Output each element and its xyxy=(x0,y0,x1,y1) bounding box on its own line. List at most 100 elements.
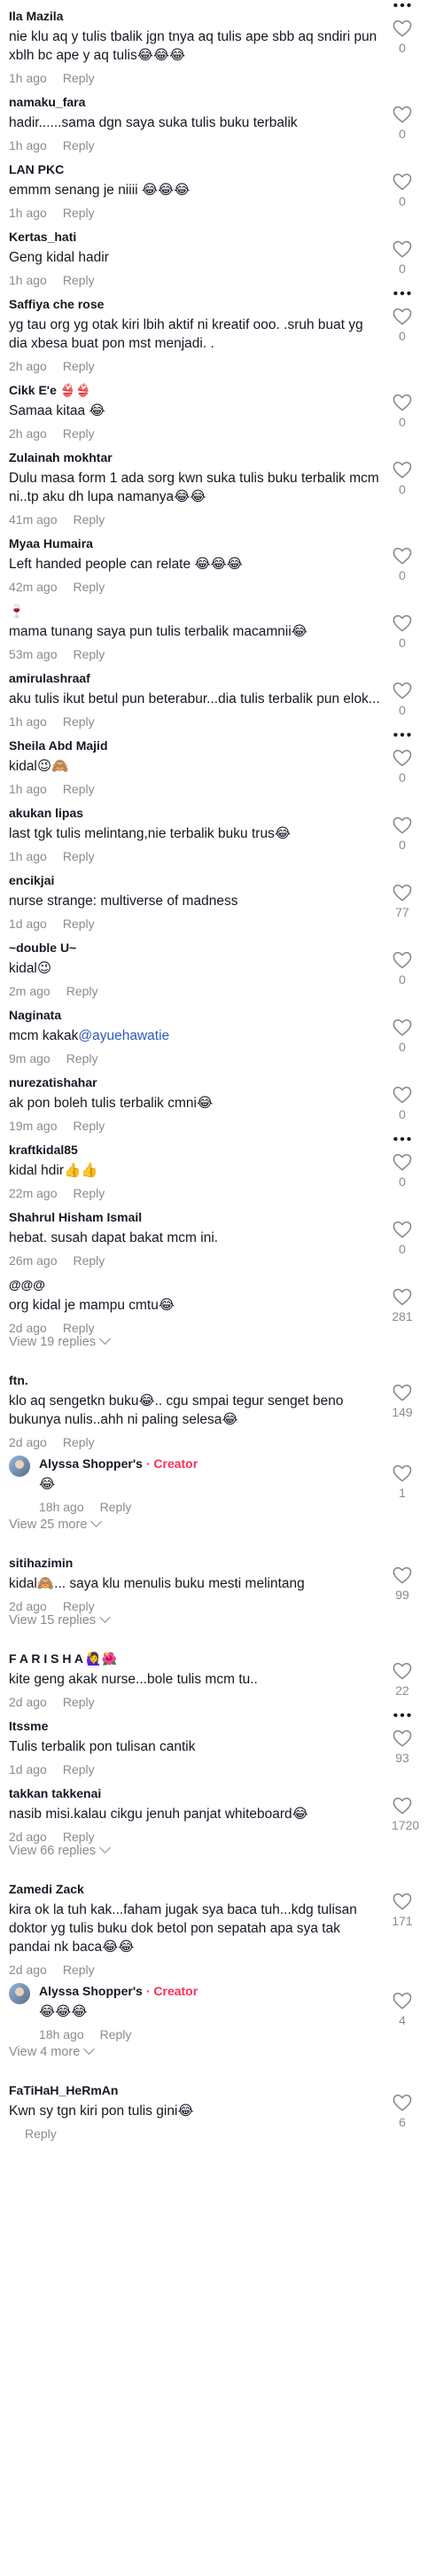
like-button[interactable]: 99 xyxy=(392,1566,413,1602)
like-button[interactable]: 149 xyxy=(392,1384,413,1419)
reply-button[interactable]: Reply xyxy=(63,1695,95,1709)
reply-button[interactable]: Reply xyxy=(63,714,95,729)
like-button[interactable]: 0 xyxy=(392,105,413,141)
reply-button[interactable]: Reply xyxy=(66,1051,98,1066)
reply-button[interactable]: Reply xyxy=(73,1253,105,1268)
comment-username[interactable]: ftn. xyxy=(9,1372,381,1388)
view-replies-link[interactable]: View 19 replies xyxy=(0,1333,443,1355)
reply-button[interactable]: Reply xyxy=(66,984,98,998)
like-button[interactable]: 281 xyxy=(392,1288,413,1323)
comment-username[interactable]: ~double U~ xyxy=(9,940,381,956)
reply-button[interactable]: Reply xyxy=(73,647,105,661)
comment-username[interactable]: FaTiHaH_HeRmAn xyxy=(9,2082,381,2098)
like-button[interactable]: 22 xyxy=(392,1662,413,1698)
like-button[interactable]: 77 xyxy=(392,884,413,919)
reply-button[interactable]: Reply xyxy=(63,917,95,931)
reply-button[interactable]: Reply xyxy=(63,1963,95,1977)
comment-username[interactable]: nurezatishahar xyxy=(9,1074,381,1090)
like-button[interactable]: 0 xyxy=(392,614,413,650)
like-button[interactable]: 0 xyxy=(392,951,413,987)
like-button[interactable]: 6 xyxy=(392,2094,413,2129)
like-button[interactable]: 0 xyxy=(392,1086,413,1121)
avatar[interactable] xyxy=(9,1456,30,1477)
comment-username[interactable]: @@@ xyxy=(9,1276,381,1292)
comment-username[interactable]: Cikk E'e 👙👙 xyxy=(9,382,381,398)
comment-username[interactable]: Kertas_hati xyxy=(9,229,381,245)
like-button[interactable]: 4 xyxy=(392,1992,413,2027)
more-dots-icon[interactable]: ••• xyxy=(391,287,416,301)
comment-username[interactable]: sitihazimin xyxy=(9,1555,381,1571)
reply-button[interactable]: Reply xyxy=(100,1500,132,1514)
comment-username[interactable]: Saffiya che rose xyxy=(9,296,381,312)
more-dots-icon[interactable]: ••• xyxy=(391,1709,416,1723)
like-button[interactable]: 171 xyxy=(392,1893,413,1928)
reply-button[interactable]: Reply xyxy=(63,1435,95,1449)
reply-username[interactable]: Alyssa Shopper's xyxy=(39,1984,143,1998)
comment-username[interactable]: LAN PKC xyxy=(9,161,381,177)
like-button[interactable]: 1720 xyxy=(392,1797,419,1832)
like-button[interactable]: 0 xyxy=(392,394,413,429)
comment-username[interactable]: akukan lipas xyxy=(9,805,381,821)
view-replies-link[interactable]: View 66 replies xyxy=(0,1842,443,1864)
comment-username[interactable]: Ila Mazila xyxy=(9,8,381,24)
comment-username[interactable]: Naginata xyxy=(9,1007,381,1023)
like-button[interactable]: 0 xyxy=(392,749,413,785)
reply-username[interactable]: Alyssa Shopper's xyxy=(39,1456,143,1471)
avatar[interactable] xyxy=(9,1983,30,2004)
comment-username[interactable]: Sheila Abd Majid xyxy=(9,738,381,753)
comment-body: kite geng akak nurse...bole tulis mcm tu… xyxy=(9,1672,258,1687)
like-button[interactable]: 0 xyxy=(392,173,413,208)
reply-button[interactable]: Reply xyxy=(73,512,105,527)
comment-username[interactable]: amirulashraaf xyxy=(9,670,381,686)
like-button[interactable]: 0 xyxy=(392,20,413,55)
reply-button[interactable]: Reply xyxy=(63,1321,95,1335)
like-button[interactable]: 0 xyxy=(392,1221,413,1256)
like-button[interactable]: 0 xyxy=(392,816,413,852)
reply-button[interactable]: Reply xyxy=(63,138,95,152)
more-dots-icon[interactable]: ••• xyxy=(391,0,416,13)
reply-button[interactable]: Reply xyxy=(63,426,95,441)
comment-username[interactable]: takkan takkenai xyxy=(9,1785,381,1801)
comment-username[interactable]: F A R I S H A 🙋‍♀️🌺 xyxy=(9,1651,381,1667)
reply-button[interactable]: Reply xyxy=(100,2027,132,2041)
like-button[interactable]: 0 xyxy=(392,682,413,717)
reply-button[interactable]: Reply xyxy=(63,1830,95,1844)
like-button[interactable]: 0 xyxy=(392,461,413,496)
view-replies-link[interactable]: View 15 replies xyxy=(0,1612,443,1634)
like-button[interactable]: 0 xyxy=(392,308,413,343)
reply-button[interactable]: Reply xyxy=(25,2127,57,2141)
comment-username[interactable]: kraftkidal85 xyxy=(9,1142,381,1158)
like-button[interactable]: 0 xyxy=(392,547,413,582)
reply-button[interactable]: Reply xyxy=(73,1119,105,1133)
like-button[interactable]: 0 xyxy=(392,1153,413,1189)
reply-button[interactable]: Reply xyxy=(63,849,95,863)
comment-username[interactable]: Shahrul Hisham Ismail xyxy=(9,1209,381,1225)
view-replies-link[interactable]: View 4 more xyxy=(0,2043,443,2065)
heart-outline-icon xyxy=(392,951,412,969)
like-button[interactable]: 93 xyxy=(392,1729,413,1765)
comment-username[interactable]: namaku_fara xyxy=(9,94,381,110)
comment-username[interactable]: Myaa Humaira xyxy=(9,535,381,551)
more-dots-icon[interactable]: ••• xyxy=(391,729,416,743)
reply-button[interactable]: Reply xyxy=(73,1186,105,1200)
mention-link[interactable]: @ayuehawatie xyxy=(78,1028,169,1043)
reply-button[interactable]: Reply xyxy=(73,580,105,594)
comment-meta: 1h ago Reply xyxy=(9,137,381,153)
reply-button[interactable]: Reply xyxy=(63,206,95,220)
like-button[interactable]: 0 xyxy=(392,240,413,276)
comment-username[interactable]: encikjai xyxy=(9,872,381,888)
view-replies-link[interactable]: View 25 more xyxy=(0,1516,443,1538)
comment-username[interactable]: Zamedi Zack xyxy=(9,1881,381,1897)
reply-button[interactable]: Reply xyxy=(63,1762,95,1776)
comment-username[interactable]: Itssme xyxy=(9,1718,381,1734)
reply-button[interactable]: Reply xyxy=(63,1599,95,1613)
comment-username[interactable]: 🍷 xyxy=(9,603,381,619)
comment-username[interactable]: Zulainah mokhtar xyxy=(9,449,381,465)
more-dots-icon[interactable]: ••• xyxy=(391,1133,416,1147)
like-button[interactable]: 1 xyxy=(392,1464,413,1500)
like-button[interactable]: 0 xyxy=(392,1019,413,1054)
reply-button[interactable]: Reply xyxy=(63,782,95,796)
reply-button[interactable]: Reply xyxy=(63,273,95,287)
reply-button[interactable]: Reply xyxy=(63,71,95,85)
reply-button[interactable]: Reply xyxy=(63,359,95,373)
